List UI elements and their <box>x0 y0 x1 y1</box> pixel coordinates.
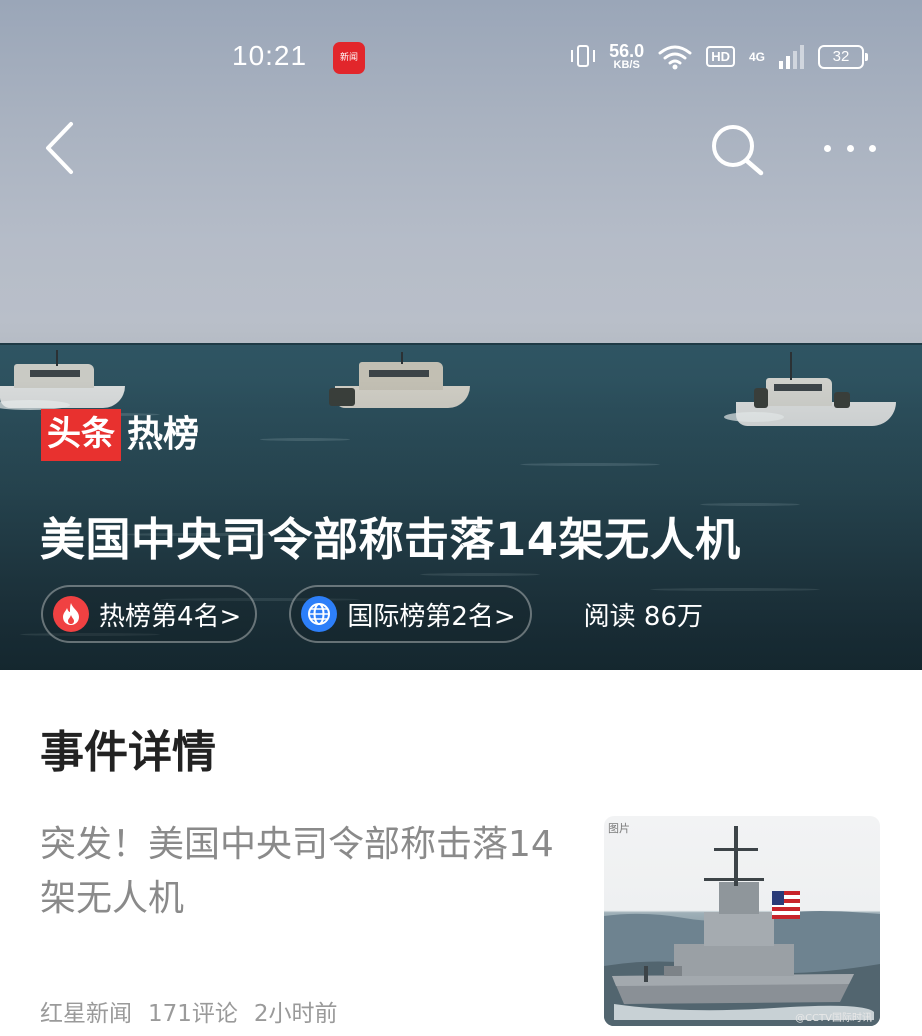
article-comments: 171评论 <box>148 1001 238 1027</box>
warship-image <box>604 826 880 1026</box>
search-button[interactable] <box>706 120 766 180</box>
chevron-left-icon <box>46 122 73 174</box>
net-speed: 56.0 KB/S <box>609 41 645 71</box>
back-button[interactable] <box>38 118 88 178</box>
hero-banner: 10:21 新闻 56.0 KB/S HD 4G 32 头条 热榜 美国中央司令… <box>0 0 922 670</box>
intl-rank-chip[interactable]: 国际榜第2名> <box>289 585 532 643</box>
fire-icon <box>53 596 89 632</box>
article-title[interactable]: 突发！美国中央司令部称击落14架无人机 <box>40 818 585 926</box>
article-source: 红星新闻 <box>40 1001 132 1027</box>
thumb-tag: 图片 <box>608 822 630 835</box>
read-count: 阅读 86万 <box>583 601 704 632</box>
more-icon <box>824 144 831 152</box>
article-meta: 红星新闻 171评论 2小时前 <box>40 994 338 1028</box>
hd-badge: HD <box>706 46 735 67</box>
toutiao-hotlist-logo: 头条 热榜 <box>41 409 199 461</box>
globe-icon <box>301 596 338 632</box>
battery-icon: 32 <box>818 44 868 69</box>
app-notification-icon: 新闻 <box>333 42 365 74</box>
hot-rank-chip[interactable]: 热榜第4名> <box>41 585 258 643</box>
search-icon <box>712 125 764 176</box>
signal-icon <box>779 44 804 69</box>
article-thumbnail[interactable]: 图片 @CCTV国际时讯 <box>604 816 880 1026</box>
rank-chips: 热榜第4名> 国际榜第2名> 阅读 86万 <box>41 585 703 643</box>
intl-rank-label: 国际榜第2名> <box>347 601 516 632</box>
hero-title: 美国中央司令部称击落14架无人机 <box>40 513 741 566</box>
status-time: 10:21 <box>232 40 308 71</box>
hot-rank-label: 热榜第4名> <box>99 601 242 632</box>
section-title: 事件详情 <box>40 727 216 778</box>
more-button[interactable] <box>818 128 882 168</box>
vibrate-icon <box>571 43 596 71</box>
thumb-watermark: @CCTV国际时讯 <box>795 1013 872 1024</box>
article-time: 2小时前 <box>253 1001 338 1027</box>
status-bar: 10:21 新闻 56.0 KB/S HD 4G 32 <box>0 36 922 82</box>
network-type: 4G <box>748 49 765 64</box>
wifi-icon <box>658 45 692 69</box>
